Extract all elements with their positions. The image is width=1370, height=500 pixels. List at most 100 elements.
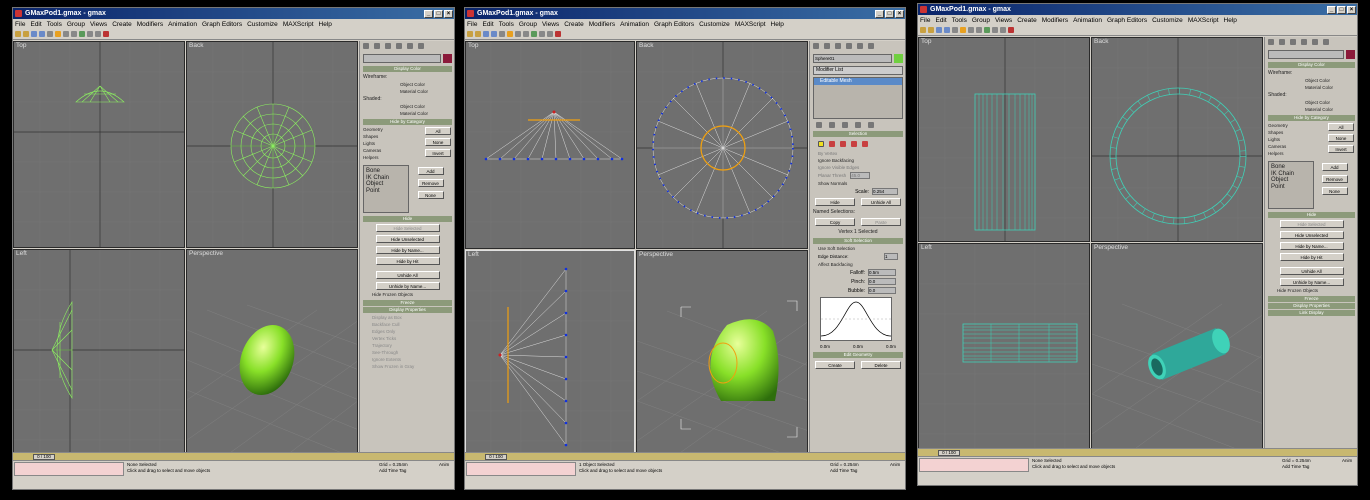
viewport-label-top[interactable]: Top <box>468 42 478 49</box>
rollout-freeze[interactable]: Freeze <box>1268 296 1355 302</box>
scale-spinner[interactable]: 0.254 <box>872 188 898 195</box>
menu-modifiers[interactable]: Modifiers <box>589 21 615 28</box>
menu-edit[interactable]: Edit <box>482 21 493 28</box>
name-field[interactable] <box>1268 50 1344 59</box>
pin-stack-icon[interactable] <box>816 122 822 128</box>
close-button[interactable]: × <box>444 9 453 18</box>
unhide-all-button[interactable]: Unhide All <box>1279 267 1344 275</box>
menu-customize[interactable]: Customize <box>247 21 278 28</box>
element-icon[interactable] <box>862 141 868 147</box>
viewport-label-left[interactable]: Left <box>921 244 932 251</box>
name-field[interactable] <box>363 54 441 63</box>
maximize-button[interactable]: □ <box>1337 5 1346 14</box>
modify-tab-icon[interactable] <box>824 43 830 49</box>
menu-create[interactable]: Create <box>564 21 584 28</box>
snap-icon[interactable] <box>984 27 990 33</box>
none-button[interactable]: None <box>1328 134 1354 142</box>
menu-group[interactable]: Group <box>519 21 537 28</box>
menu-group[interactable]: Group <box>67 21 85 28</box>
dp-trajectory[interactable]: Trajectory <box>372 343 452 348</box>
rollout-soft-selection[interactable]: Soft Selection <box>813 238 903 244</box>
rollout-display-color[interactable]: Display Color <box>363 66 452 72</box>
ignore-backfacing-checkbox[interactable]: Ignore Backfacing <box>818 158 903 163</box>
viewport-label-back[interactable]: Back <box>1094 38 1108 45</box>
edge-distance-checkbox[interactable]: Edge Distance: <box>818 254 849 259</box>
move-icon[interactable] <box>960 27 966 33</box>
all-button[interactable]: All <box>425 127 451 135</box>
viewport-label-back[interactable]: Back <box>639 42 653 49</box>
viewport-back[interactable]: Back <box>636 41 808 249</box>
select-icon[interactable] <box>499 31 505 37</box>
rollout-freeze[interactable]: Freeze <box>363 300 452 306</box>
motion-tab-icon[interactable] <box>396 43 402 49</box>
hide-by-name-button[interactable]: Hide by Name... <box>1279 242 1344 250</box>
hide-unselected-button[interactable]: Hide Unselected <box>1279 231 1344 239</box>
delete-button[interactable]: Delete <box>861 361 901 369</box>
wireframe-material-color[interactable]: Material Color <box>1305 85 1355 90</box>
display-tab-icon[interactable] <box>1312 39 1318 45</box>
menu-views[interactable]: Views <box>995 17 1012 24</box>
menu-tools[interactable]: Tools <box>952 17 967 24</box>
redo-icon[interactable] <box>475 31 481 37</box>
viewport-label-left[interactable]: Left <box>468 251 479 258</box>
category-geometry[interactable]: Geometry <box>1268 123 1325 128</box>
list-item[interactable]: Point <box>366 188 406 195</box>
ignore-visible-edges-checkbox[interactable]: Ignore Visible Edges <box>818 165 903 170</box>
undo-icon[interactable] <box>15 31 21 37</box>
viewport-left[interactable]: Left <box>13 249 185 454</box>
maximize-button[interactable]: □ <box>885 9 894 18</box>
menu-maxscript[interactable]: MAXScript <box>735 21 766 28</box>
hide-frozen-checkbox[interactable]: Hide Frozen Objects <box>1277 288 1355 293</box>
menu-animation[interactable]: Animation <box>168 21 197 28</box>
render-icon[interactable] <box>1008 27 1014 33</box>
color-swatch[interactable] <box>1346 50 1355 59</box>
maximize-button[interactable]: □ <box>434 9 443 18</box>
menu-file[interactable]: File <box>467 21 477 28</box>
maxscript-listener[interactable] <box>466 462 576 476</box>
viewport-label-perspective[interactable]: Perspective <box>1094 244 1128 251</box>
category-cameras[interactable]: Cameras <box>363 148 422 153</box>
edge-distance-spinner[interactable]: 1 <box>884 253 898 260</box>
menu-help[interactable]: Help <box>319 21 332 28</box>
utilities-tab-icon[interactable] <box>418 43 424 49</box>
hide-button[interactable]: Hide <box>815 198 855 206</box>
modify-tab-icon[interactable] <box>374 43 380 49</box>
scale-icon[interactable] <box>523 31 529 37</box>
list-item[interactable]: IK Chain Object <box>1271 171 1311 184</box>
unlink-icon[interactable] <box>491 31 497 37</box>
minimize-button[interactable]: _ <box>424 9 433 18</box>
dp-ignore-extents[interactable]: Ignore Extents <box>372 357 452 362</box>
paste-button[interactable]: Paste <box>861 218 901 226</box>
shaded-material-color[interactable]: Material Color <box>400 111 452 116</box>
anim-label[interactable]: Anim <box>890 462 904 476</box>
bubble-spinner[interactable]: 0.0 <box>868 287 896 294</box>
menu-tools[interactable]: Tools <box>47 21 62 28</box>
viewport-label-top[interactable]: Top <box>16 42 26 49</box>
close-button[interactable]: × <box>1347 5 1356 14</box>
anim-label[interactable]: Anim <box>439 462 453 476</box>
make-unique-icon[interactable] <box>842 122 848 128</box>
align-icon[interactable] <box>95 31 101 37</box>
menu-create[interactable]: Create <box>112 21 132 28</box>
category-geometry[interactable]: Geometry <box>363 127 422 132</box>
render-icon[interactable] <box>103 31 109 37</box>
menu-edit[interactable]: Edit <box>935 17 946 24</box>
shaded-object-color[interactable]: Object Color <box>400 104 452 109</box>
category-shapes[interactable]: Shapes <box>1268 130 1325 135</box>
create-tab-icon[interactable] <box>813 43 819 49</box>
menu-edit[interactable]: Edit <box>30 21 41 28</box>
select-icon[interactable] <box>952 27 958 33</box>
viewport-perspective[interactable]: Perspective <box>1091 243 1263 450</box>
wireframe-object-color[interactable]: Object Color <box>400 82 452 87</box>
dp-backface-cull[interactable]: Backface Cull <box>372 322 452 327</box>
unhide-by-name-button[interactable]: Unhide by Name... <box>375 282 440 290</box>
menu-views[interactable]: Views <box>90 21 107 28</box>
menu-help[interactable]: Help <box>1224 17 1237 24</box>
redo-icon[interactable] <box>928 27 934 33</box>
show-normals-checkbox[interactable]: Show Normals <box>818 181 903 186</box>
close-button[interactable]: × <box>895 9 904 18</box>
menu-maxscript[interactable]: MAXScript <box>283 21 314 28</box>
viewport-perspective[interactable]: Perspective <box>636 250 808 454</box>
minimize-button[interactable]: _ <box>1327 5 1336 14</box>
remove-modifier-icon[interactable] <box>855 122 861 128</box>
